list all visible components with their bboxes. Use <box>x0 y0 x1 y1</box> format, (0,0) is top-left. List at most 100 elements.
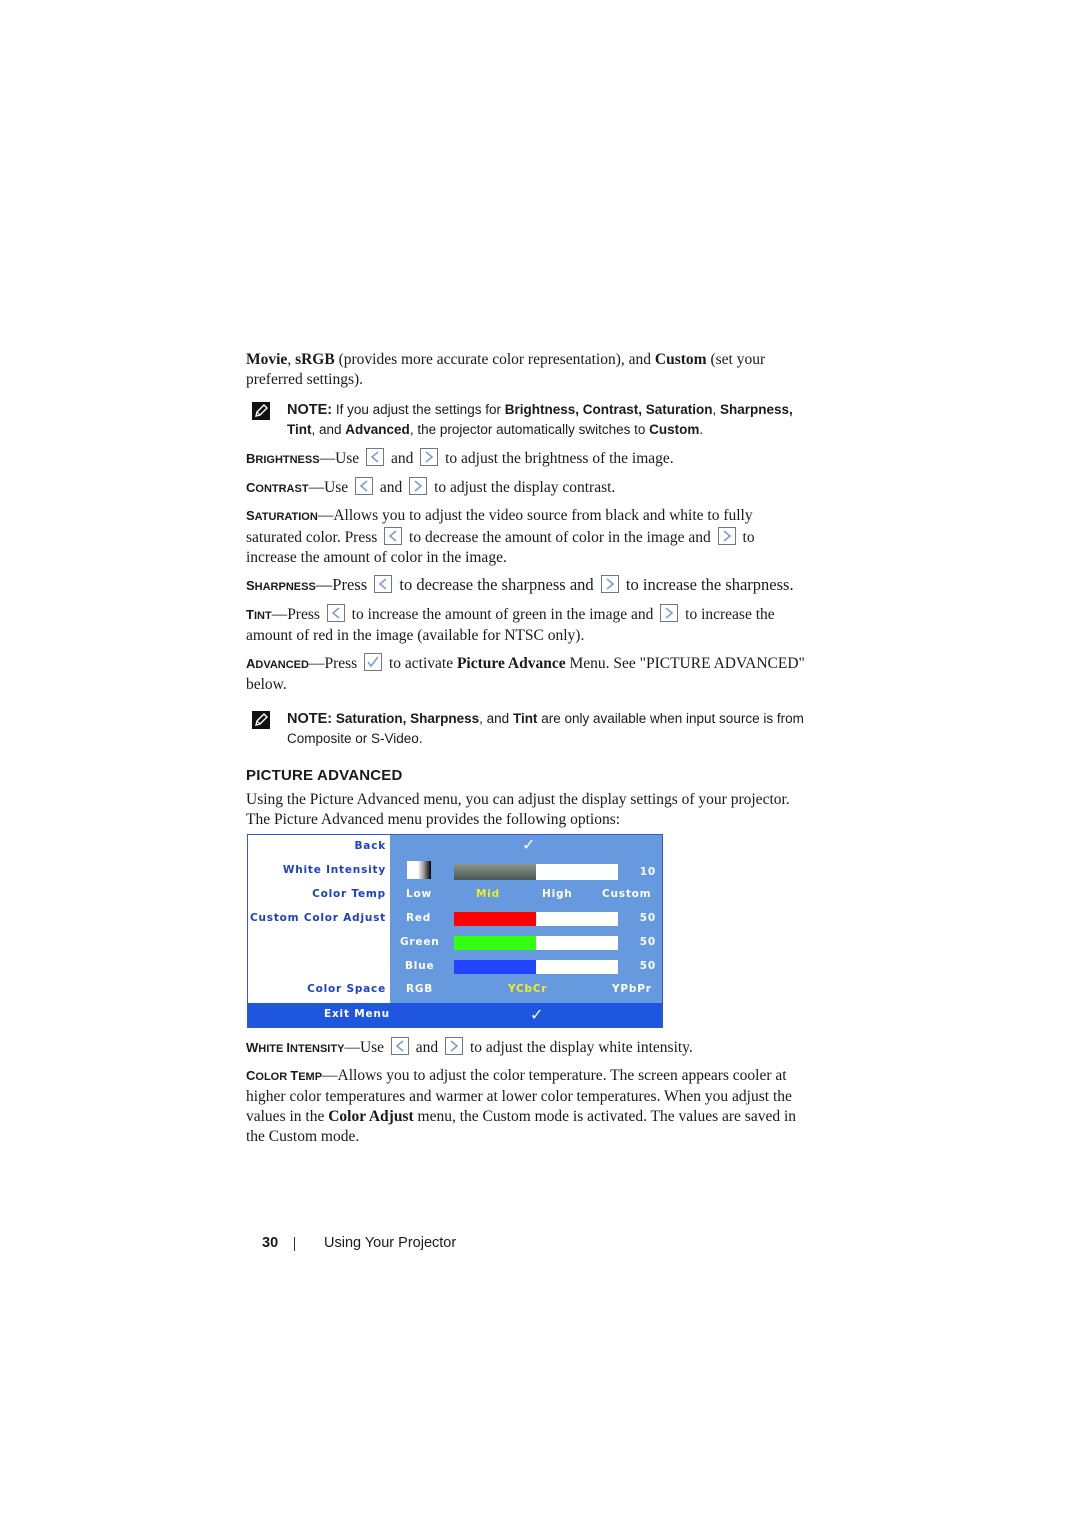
checkmark-key-icon <box>364 653 383 671</box>
text: DVANCED <box>255 659 309 671</box>
text: and <box>379 479 403 496</box>
left-arrow-key-icon <box>366 448 385 466</box>
green-slider[interactable] <box>454 936 618 950</box>
text: —Press <box>315 575 368 594</box>
color-adjust-label-blue: Blue <box>405 960 435 972</box>
text: B <box>246 451 256 466</box>
right-arrow-key-icon <box>660 604 679 622</box>
color-temp-option-high[interactable]: High <box>542 888 573 900</box>
text: S <box>246 508 255 523</box>
text: Brightness, Contrast, Saturation <box>504 402 713 417</box>
color-space-option-ycbcr[interactable]: YCbCr <box>508 983 547 995</box>
text: HARPNESS <box>254 581 316 593</box>
left-arrow-key-icon <box>374 575 393 593</box>
right-arrow-key-icon <box>600 575 619 593</box>
text: , <box>712 402 720 417</box>
color-adjust-label-green: Green <box>400 936 440 948</box>
color-space-option-rgb[interactable]: RGB <box>406 983 433 995</box>
text: EMP <box>298 1071 323 1083</box>
text: Advanced <box>345 422 410 437</box>
text: Tint <box>512 711 538 726</box>
preset-custom: Custom <box>654 351 707 368</box>
osd-item-color-space[interactable]: Color Space <box>307 983 386 995</box>
left-arrow-key-icon <box>384 527 403 545</box>
preset-movie: Movie <box>246 351 288 368</box>
text: Color Adjust <box>328 1108 414 1125</box>
right-arrow-key-icon <box>409 477 428 495</box>
page-content: Movie, sRGB (provides more accurate colo… <box>246 350 806 1154</box>
footer-divider <box>294 1237 295 1251</box>
color-temp-option-custom[interactable]: Custom <box>602 888 651 900</box>
term-color-temp: COLOR TEMP <box>246 1068 323 1083</box>
term-contrast: CONTRAST <box>246 480 309 495</box>
term-advanced: ADVANCED <box>246 656 309 671</box>
right-arrow-key-icon <box>445 1037 464 1055</box>
text: A <box>246 656 256 671</box>
color-temp-option-mid[interactable]: Mid <box>476 888 500 900</box>
term-brightness: BRIGHTNESS <box>246 451 320 466</box>
text: , and <box>479 711 513 726</box>
text: to increase the amount of green in the i… <box>351 606 654 623</box>
term-tint: TINT <box>246 607 272 622</box>
osd-item-custom-color-adjust[interactable]: Custom Color Adjust <box>250 912 386 924</box>
color-adjust-label-red: Red <box>406 912 432 924</box>
saturation-paragraph: SATURATION—Allows you to adjust the vide… <box>246 506 806 568</box>
osd-item-white-intensity[interactable]: White Intensity <box>283 864 386 876</box>
text: RIGHTNESS <box>255 454 320 466</box>
exit-menu-label[interactable]: Exit Menu <box>324 1008 390 1020</box>
osd-left-panel: Back White Intensity Color Temp Custom C… <box>248 835 390 1003</box>
white-intensity-gradient-icon <box>407 861 431 879</box>
white-intensity-value: 10 <box>639 866 656 878</box>
text: —Use <box>344 1039 385 1056</box>
osd-right-panel: ✓ 10 Low Mid High Custom Red 50 Green 50… <box>390 835 662 1003</box>
text: —Press <box>271 606 320 623</box>
red-slider-fill <box>454 912 536 926</box>
text: to decrease the amount of color in the i… <box>409 529 711 546</box>
text: and <box>415 1039 439 1056</box>
advanced-paragraph: ADVANCED—Press to activate Picture Advan… <box>246 653 806 695</box>
osd-exit-menu-row[interactable]: Exit Menu ✓ <box>248 1003 662 1027</box>
white-intensity-paragraph: WHITE INTENSITY—Use and to adjust the di… <box>246 1037 806 1059</box>
text: T <box>290 1068 299 1083</box>
brightness-paragraph: BRIGHTNESS—Use and to adjust the brightn… <box>246 448 806 470</box>
text: to adjust the display contrast. <box>434 479 616 496</box>
blue-slider-fill <box>454 960 536 974</box>
right-arrow-key-icon <box>420 448 439 466</box>
intro-paragraph: Movie, sRGB (provides more accurate colo… <box>246 350 806 390</box>
color-temp-option-low[interactable]: Low <box>406 888 432 900</box>
section-body: Using the Picture Advanced menu, you can… <box>246 791 790 828</box>
picture-advanced-osd-menu: Back White Intensity Color Temp Custom C… <box>247 834 663 1028</box>
footer-section-title: Using Your Projector <box>324 1235 457 1251</box>
osd-item-color-temp[interactable]: Color Temp <box>312 888 386 900</box>
text: and <box>390 450 414 467</box>
white-intensity-slider-fill <box>454 864 536 880</box>
note-label: NOTE: <box>287 402 333 418</box>
white-intensity-slider[interactable] <box>454 864 618 880</box>
text: to increase the sharpness. <box>625 575 794 594</box>
color-space-option-ypbpr[interactable]: YPbPr <box>612 983 652 995</box>
sharpness-paragraph: SHARPNESS—Press to decrease the sharpnes… <box>246 575 806 597</box>
left-arrow-key-icon <box>390 1037 409 1055</box>
contrast-paragraph: CONTRAST—Use and to adjust the display c… <box>246 477 806 499</box>
text: T <box>246 607 254 622</box>
text: OLOR <box>255 1071 291 1083</box>
text: . <box>699 422 704 437</box>
page-number: 30 <box>262 1235 279 1251</box>
left-arrow-key-icon <box>326 604 345 622</box>
osd-back-checkmark-icon[interactable]: ✓ <box>522 835 536 854</box>
exit-checkmark-icon[interactable]: ✓ <box>530 1005 544 1024</box>
blue-slider[interactable] <box>454 960 618 974</box>
osd-item-back[interactable]: Back <box>355 840 387 852</box>
note-custom-switch: NOTE: If you adjust the settings for Bri… <box>246 400 806 440</box>
term-white-intensity: WHITE INTENSITY <box>246 1040 344 1055</box>
text: ATURATION <box>254 511 318 523</box>
note-pencil-icon <box>252 402 270 420</box>
text: HITE <box>258 1043 287 1055</box>
red-slider[interactable] <box>454 912 618 926</box>
right-arrow-key-icon <box>717 527 736 545</box>
text: (provides more accurate color representa… <box>334 351 655 368</box>
text: Custom <box>649 422 700 437</box>
term-saturation: SATURATION <box>246 508 318 523</box>
green-value: 50 <box>639 936 656 948</box>
text: —Press <box>308 655 358 672</box>
